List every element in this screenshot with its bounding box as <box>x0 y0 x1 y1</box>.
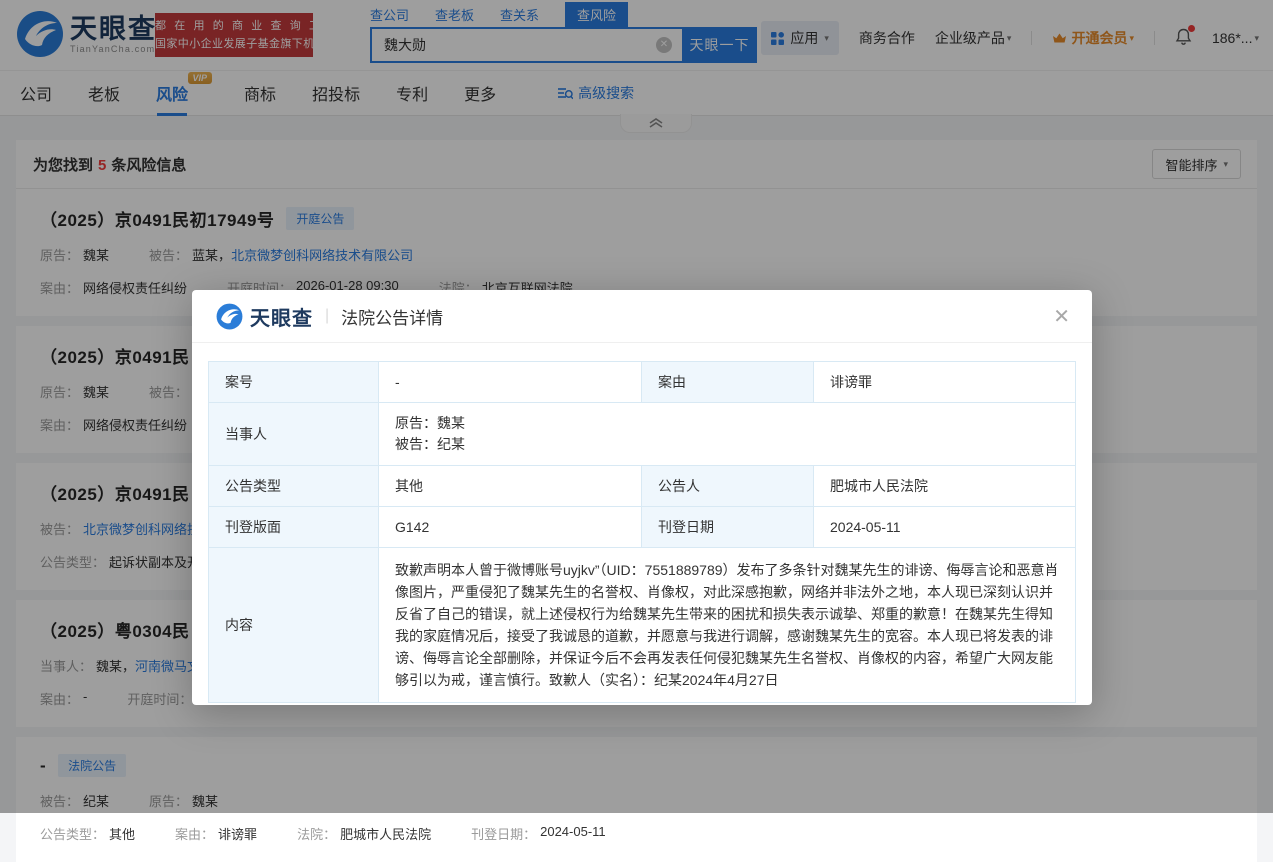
table-row: 当事人 原告：魏某 被告：纪某 <box>209 403 1076 466</box>
field-label-announcement-type: 公告类型 <box>209 466 379 507</box>
field-value-parties: 原告：魏某 被告：纪某 <box>379 403 1076 466</box>
field-label-case-number: 案号 <box>209 362 379 403</box>
announcement-detail-table: 案号 - 案由 诽谤罪 当事人 原告：魏某 被告：纪某 公告类型 其他 公告人 … <box>208 361 1076 703</box>
field-value-page-layout: G142 <box>379 507 642 548</box>
field-value-content: 致歉声明本人曾于微博账号uyjkv”（UID：7551889789）发布了多条针… <box>379 548 1076 703</box>
modal-body: 案号 - 案由 诽谤罪 当事人 原告：魏某 被告：纪某 公告类型 其他 公告人 … <box>192 343 1092 719</box>
table-row: 案号 - 案由 诽谤罪 <box>209 362 1076 403</box>
table-row: 公告类型 其他 公告人 肥城市人民法院 <box>209 466 1076 507</box>
divider: | <box>325 307 329 325</box>
field-label-announcer: 公告人 <box>642 466 814 507</box>
modal-header: 天眼查 | 法院公告详情 ✕ <box>192 290 1092 343</box>
field-label-cause: 案由 <box>642 362 814 403</box>
field-label-content: 内容 <box>209 548 379 703</box>
field-value-announcement-type: 其他 <box>379 466 642 507</box>
tianyancha-logo-icon <box>216 303 243 330</box>
table-row: 刊登版面 G142 刊登日期 2024-05-11 <box>209 507 1076 548</box>
modal-title: 法院公告详情 <box>341 304 443 329</box>
close-icon[interactable]: ✕ <box>1053 304 1070 329</box>
field-label-page-layout: 刊登版面 <box>209 507 379 548</box>
field-label-parties: 当事人 <box>209 403 379 466</box>
modal-brand: 天眼查 <box>250 302 313 331</box>
field-value-publish-date: 2024-05-11 <box>814 507 1076 548</box>
field-value-announcer: 肥城市人民法院 <box>814 466 1076 507</box>
field-value-case-number: - <box>379 362 642 403</box>
table-row: 内容 致歉声明本人曾于微博账号uyjkv”（UID：7551889789）发布了… <box>209 548 1076 703</box>
court-announcement-modal: 天眼查 | 法院公告详情 ✕ 案号 - 案由 诽谤罪 当事人 原告：魏某 被告：… <box>192 290 1092 705</box>
field-value-cause: 诽谤罪 <box>814 362 1076 403</box>
field-label-publish-date: 刊登日期 <box>642 507 814 548</box>
